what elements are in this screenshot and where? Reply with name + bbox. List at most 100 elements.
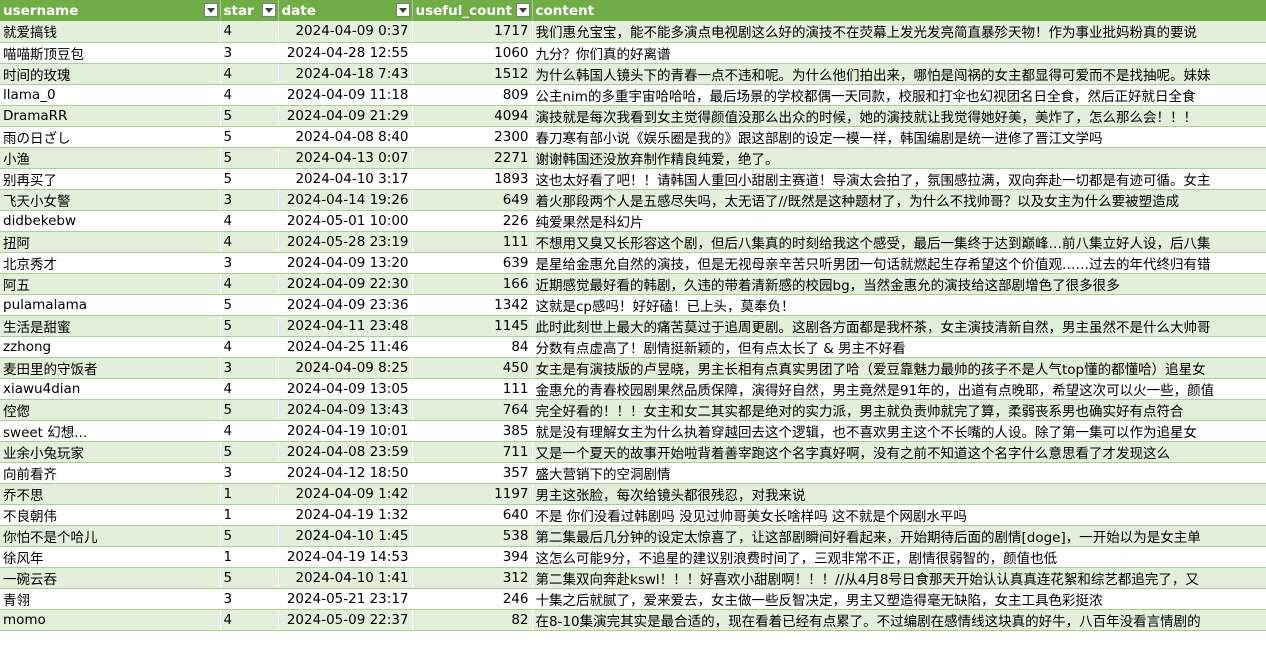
table-row[interactable]: 徐风年 1 2024-04-19 14:53 394 这怎么可能9分，不追星的建议别浪费… (0, 546, 1266, 568)
cell-star[interactable]: 4 (220, 84, 279, 106)
cell-content[interactable]: 就是没有理解女主为什么执着穿越回去这个逻辑，也不喜欢男主这个不长嘴的人设。除了第… (532, 420, 1266, 442)
cell-date[interactable]: 2024-04-12 18:50 (278, 462, 413, 484)
cell-date[interactable]: 2024-04-09 0:37 (278, 21, 413, 43)
cell-date[interactable]: 2024-04-19 10:01 (278, 420, 413, 442)
filter-dropdown-icon[interactable] (395, 3, 410, 17)
cell-star[interactable]: 4 (220, 420, 279, 442)
header-content[interactable]: content (532, 0, 1266, 21)
cell-content[interactable]: 男主这张脸，每次给镜头都很残忍，对我来说 (532, 483, 1266, 505)
header-useful-count[interactable]: useful_count (412, 0, 533, 21)
cell-date[interactable]: 2024-04-09 23:36 (278, 294, 413, 316)
cell-date[interactable]: 2024-05-09 22:37 (278, 609, 413, 631)
header-username[interactable]: username (0, 0, 221, 21)
cell-date[interactable]: 2024-04-10 1:45 (278, 525, 413, 547)
cell-content[interactable]: 为什么韩国人镜头下的青春一点不违和呢。为什么他们拍出来，哪怕是闯祸的女主都显得可… (532, 63, 1266, 85)
cell-useful-count[interactable]: 82 (412, 609, 533, 631)
cell-content[interactable]: 演技就是每次我看到女主觉得颜值没那么出众的时候，她的演技就让我觉得她好美，美炸了… (532, 105, 1266, 127)
cell-username[interactable]: 不良朝伟 (0, 504, 221, 526)
cell-content[interactable]: 十集之后就腻了，爱来爱去，女主做一些反智决定，男主又塑造得毫无缺陷，女主工具色彩… (532, 588, 1266, 610)
cell-username[interactable]: 业余小兔玩家 (0, 441, 221, 463)
table-row[interactable]: pulamalama 5 2024-04-09 23:36 1342 这就是cp感吗！好… (0, 294, 1266, 316)
cell-username[interactable]: 阿五 (0, 273, 221, 295)
cell-useful-count[interactable]: 357 (412, 462, 533, 484)
cell-date[interactable]: 2024-04-09 1:42 (278, 483, 413, 505)
cell-date[interactable]: 2024-04-13 0:07 (278, 147, 413, 169)
cell-date[interactable]: 2024-05-01 10:00 (278, 210, 413, 232)
cell-star[interactable]: 4 (220, 231, 279, 253)
cell-useful-count[interactable]: 385 (412, 420, 533, 442)
cell-username[interactable]: 生活是甜蜜 (0, 315, 221, 337)
cell-username[interactable]: sweet 幻想... (0, 420, 221, 442)
cell-date[interactable]: 2024-04-10 1:41 (278, 567, 413, 589)
cell-content[interactable]: 这怎么可能9分，不追星的建议别浪费时间了，三观非常不正，剧情很弱智的，颜值也低 (532, 546, 1266, 568)
cell-username[interactable]: momo (0, 609, 221, 631)
cell-content[interactable]: 九分？你们真的好离谱 (532, 42, 1266, 64)
cell-star[interactable]: 4 (220, 21, 279, 43)
cell-date[interactable]: 2024-04-18 7:43 (278, 63, 413, 85)
cell-star[interactable]: 3 (220, 252, 279, 274)
cell-star[interactable]: 5 (220, 126, 279, 148)
header-date[interactable]: date (278, 0, 413, 21)
cell-useful-count[interactable]: 649 (412, 189, 533, 211)
table-row[interactable]: 喵喵斯顶豆包 3 2024-04-28 12:55 1060 九分？你们真的好离谱 (0, 42, 1266, 64)
cell-username[interactable]: 一碗云吞 (0, 567, 221, 589)
cell-username[interactable]: 雨の日ざし (0, 126, 221, 148)
table-row[interactable]: 青翎 3 2024-05-21 23:17 246 十集之后就腻了，爱来爱去，女主做一些… (0, 588, 1266, 610)
cell-content[interactable]: 是星给金惠允自然的演技，但是无视母亲辛苦只听男团一句话就燃起生存希望这个价值观…… (532, 252, 1266, 274)
cell-useful-count[interactable]: 111 (412, 378, 533, 400)
cell-username[interactable]: 别再买了 (0, 168, 221, 190)
cell-date[interactable]: 2024-04-19 1:32 (278, 504, 413, 526)
cell-username[interactable]: 就爱搞钱 (0, 21, 221, 43)
cell-star[interactable]: 3 (220, 189, 279, 211)
cell-useful-count[interactable]: 166 (412, 273, 533, 295)
table-row[interactable]: 你怕不是个哈儿 5 2024-04-10 1:45 538 第二集最后几分钟的设定太惊喜… (0, 525, 1266, 547)
cell-content[interactable]: 又是一个夏天的故事开始啦背着善宰跑这个名字真好啊，没有之前不知道这个名字什么意思… (532, 441, 1266, 463)
cell-username[interactable]: 乔不思 (0, 483, 221, 505)
cell-content[interactable]: 这也太好看了吧！！请韩国人重回小甜剧主赛道！导演太会拍了，氛围感拉满，双向奔赴一… (532, 168, 1266, 190)
cell-date[interactable]: 2024-04-09 22:30 (278, 273, 413, 295)
table-row[interactable]: 就爱搞钱 4 2024-04-09 0:37 1717 我们惠允宝宝，能不能多演点电视剧… (0, 21, 1266, 43)
cell-username[interactable]: 青翎 (0, 588, 221, 610)
cell-username[interactable]: 北京秀才 (0, 252, 221, 274)
cell-useful-count[interactable]: 711 (412, 441, 533, 463)
table-row[interactable]: 一碗云吞 5 2024-04-10 1:41 312 第二集双向奔赴kswl！！！好喜欢… (0, 567, 1266, 589)
cell-star[interactable]: 5 (220, 315, 279, 337)
cell-star[interactable]: 1 (220, 546, 279, 568)
cell-date[interactable]: 2024-04-08 23:59 (278, 441, 413, 463)
cell-username[interactable]: llama_0 (0, 84, 221, 106)
table-row[interactable]: 生活是甜蜜 5 2024-04-11 23:48 1145 此时此刻世上最大的痛苦莫过于… (0, 315, 1266, 337)
cell-star[interactable]: 3 (220, 462, 279, 484)
cell-username[interactable]: zzhong (0, 336, 221, 358)
cell-username[interactable]: DramaRR (0, 105, 221, 127)
table-row[interactable]: 业余小兔玩家 5 2024-04-08 23:59 711 又是一个夏天的故事开始啦背着… (0, 441, 1266, 463)
filter-dropdown-icon[interactable] (261, 3, 276, 17)
cell-content[interactable]: 纯爱果然是科幻片 (532, 210, 1266, 232)
cell-date[interactable]: 2024-04-11 23:48 (278, 315, 413, 337)
cell-date[interactable]: 2024-04-14 19:26 (278, 189, 413, 211)
cell-star[interactable]: 5 (220, 168, 279, 190)
cell-content[interactable]: 第二集双向奔赴kswl！！！好喜欢小甜剧啊！！！//从4月8号日食那天开始认认真… (532, 567, 1266, 589)
cell-star[interactable]: 3 (220, 357, 279, 379)
cell-useful-count[interactable]: 809 (412, 84, 533, 106)
table-row[interactable]: 时间的玫瑰 4 2024-04-18 7:43 1512 为什么韩国人镜头下的青春一点不… (0, 63, 1266, 85)
cell-content[interactable]: 金惠允的青春校园剧果然品质保障，演得好自然，男主竟然是91年的，出道有点晚耶，希… (532, 378, 1266, 400)
cell-useful-count[interactable]: 450 (412, 357, 533, 379)
cell-date[interactable]: 2024-04-09 13:20 (278, 252, 413, 274)
cell-username[interactable]: 你怕不是个哈儿 (0, 525, 221, 547)
cell-username[interactable]: 倥偬 (0, 399, 221, 421)
cell-content[interactable]: 分数有点虚高了！剧情挺新颖的，但有点太长了 & 男主不好看 (532, 336, 1266, 358)
table-row[interactable]: 雨の日ざし 5 2024-04-08 8:40 2300 春刀寒有部小说《娱乐圈是我的》… (0, 126, 1266, 148)
cell-star[interactable]: 4 (220, 273, 279, 295)
filter-dropdown-icon[interactable] (203, 3, 218, 17)
cell-useful-count[interactable]: 246 (412, 588, 533, 610)
cell-star[interactable]: 5 (220, 567, 279, 589)
table-row[interactable]: 麦田里的守饭者 3 2024-04-09 8:25 450 女主是有演技版的卢昱晓，男主… (0, 357, 1266, 379)
cell-useful-count[interactable]: 764 (412, 399, 533, 421)
cell-username[interactable]: 喵喵斯顶豆包 (0, 42, 221, 64)
cell-star[interactable]: 5 (220, 399, 279, 421)
cell-useful-count[interactable]: 84 (412, 336, 533, 358)
cell-username[interactable]: pulamalama (0, 294, 221, 316)
cell-date[interactable]: 2024-04-09 8:25 (278, 357, 413, 379)
cell-useful-count[interactable]: 2300 (412, 126, 533, 148)
cell-content[interactable]: 春刀寒有部小说《娱乐圈是我的》跟这部剧的设定一模一样，韩国编剧是统一进修了晋江文… (532, 126, 1266, 148)
